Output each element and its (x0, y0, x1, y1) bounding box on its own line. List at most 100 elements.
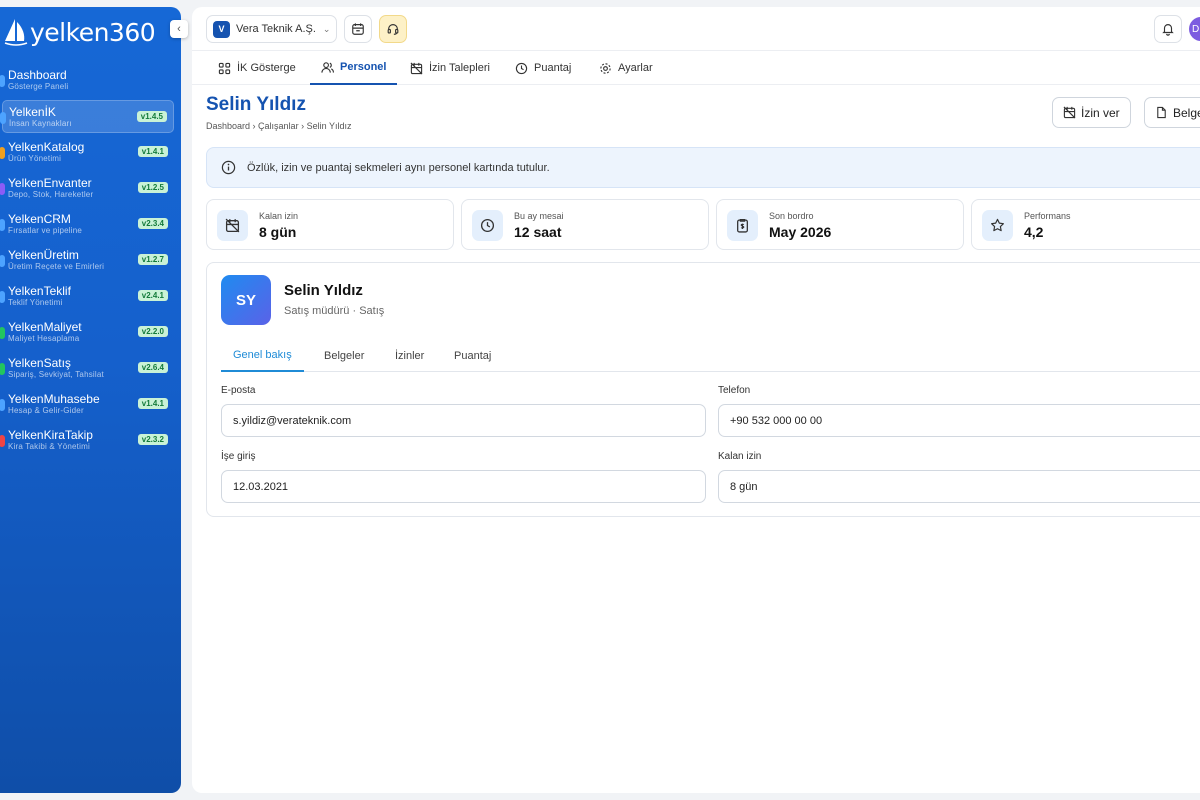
tab-label: İzin Talepleri (429, 62, 490, 74)
support-button[interactable] (379, 15, 407, 43)
bottom-gutter (0, 793, 1200, 800)
stat-value: 4,2 (1024, 224, 1044, 240)
module-dot (0, 255, 5, 267)
sidebar-collapse-button[interactable]: ‹ (170, 20, 188, 38)
employee-name: Selin Yıldız (284, 282, 363, 299)
module-dot (0, 399, 5, 411)
info-banner: Özlük, izin ve puantaj sekmeleri aynı pe… (206, 147, 1200, 188)
employee-avatar: SY (221, 275, 271, 325)
notifications-button[interactable] (1154, 15, 1182, 43)
stat-icon-wrap (472, 210, 503, 241)
subtab-leaves[interactable]: İzinler (383, 339, 436, 372)
calendar-off-icon (410, 62, 423, 74)
tab-personel[interactable]: Personel (310, 51, 398, 85)
clock-icon (515, 62, 528, 74)
stat-icon-wrap (982, 210, 1013, 241)
bell-icon (1162, 24, 1174, 36)
stat-label: Bu ay mesai (514, 211, 564, 221)
phone-field[interactable]: +90 532 000 00 00 (718, 404, 1200, 437)
sidebar-item-yelkenmuhasebe[interactable]: YelkenMuhasebe Hesap & Gelir-Gider v1.4.… (0, 388, 174, 421)
logo[interactable]: yelken360 (4, 15, 156, 49)
tab-label: Ayarlar (618, 62, 653, 74)
sidebar-item-yelkenik[interactable]: YelkenİK İnsan Kaynakları v1.4.5 (0, 100, 174, 133)
breadcrumb-item-employees[interactable]: Çalışanlar (258, 121, 299, 131)
company-selector[interactable]: V Vera Teknik A.Ş. ⌄ (206, 15, 337, 43)
version-badge: v2.3.2 (137, 434, 168, 445)
info-text: Özlük, izin ve puantaj sekmeleri aynı pe… (247, 161, 550, 174)
module-dot (0, 291, 5, 303)
phone-label: Telefon (718, 385, 751, 396)
module-dot (0, 435, 5, 447)
stat-icon-wrap (217, 210, 248, 241)
sidebar-item-yelkencrm[interactable]: YelkenCRM Fırsatlar ve pipeline v2.3.4 (0, 208, 174, 241)
tab-ayarlar[interactable]: Ayarlar (599, 51, 653, 85)
company-name: Vera Teknik A.Ş. (236, 23, 316, 35)
tab-ik-gosterge[interactable]: İK Gösterge (218, 51, 296, 85)
calendar-icon (352, 23, 364, 35)
module-tabs: İK Gösterge Personel İzin Talepleri Puan… (192, 51, 1200, 85)
subtab-overview[interactable]: Genel bakış (221, 339, 304, 372)
breadcrumb: Dashboard › Çalışanlar › Selin Yıldız (206, 121, 351, 131)
breadcrumb-item-current: Selin Yıldız (306, 121, 352, 131)
documents-label: Belge (1173, 105, 1200, 120)
tab-puantaj[interactable]: Puantaj (515, 51, 571, 85)
sidebar-item-yelkenenvanter[interactable]: YelkenEnvanter Depo, Stok, Hareketler v1… (0, 172, 174, 205)
sidebar-item-yelkensatis[interactable]: YelkenSatış Sipariş, Sevkiyat, Tahsilat … (0, 352, 174, 385)
module-dot (0, 327, 5, 339)
main-panel: V Vera Teknik A.Ş. ⌄ D İK Gösterge Perso… (192, 7, 1200, 793)
users-icon (321, 61, 334, 73)
employee-subtabs: Genel bakış Belgeler İzinler Puantaj (221, 339, 1200, 372)
tab-label: İK Gösterge (237, 62, 296, 74)
top-bar: V Vera Teknik A.Ş. ⌄ D (192, 7, 1200, 51)
version-badge: v2.6.4 (137, 362, 168, 373)
version-badge: v1.4.1 (137, 398, 168, 409)
page-title: Selin Yıldız (206, 94, 306, 115)
documents-button[interactable]: Belge (1144, 97, 1200, 128)
subtab-documents[interactable]: Belgeler (312, 339, 376, 372)
headset-icon (387, 24, 399, 35)
sidebar: yelken360 Dashboard Gösterge Paneli Yelk… (0, 7, 181, 793)
module-dot (0, 363, 5, 375)
tab-izin-talepleri[interactable]: İzin Talepleri (410, 51, 490, 85)
star-icon (991, 218, 1004, 232)
version-badge: v2.3.4 (137, 218, 168, 229)
email-field[interactable]: s.yildiz@verateknik.com (221, 404, 706, 437)
user-avatar[interactable]: D (1189, 17, 1200, 41)
company-initial-badge: V (213, 20, 230, 38)
calendar-button[interactable] (344, 15, 372, 43)
stat-value: May 2026 (769, 224, 832, 240)
stat-label: Kalan izin (259, 211, 299, 221)
subtab-timesheet[interactable]: Puantaj (442, 339, 503, 372)
sidebar-item-yelkenmaliyet[interactable]: YelkenMaliyet Maliyet Hesaplama v2.2.0 (0, 316, 174, 349)
stat-value: 12 saat (514, 224, 562, 240)
sidebar-item-yelkenkiratakip[interactable]: YelkenKiraTakip Kira Takibi & Yönetimi v… (0, 424, 174, 457)
chevron-down-icon: ⌄ (322, 23, 331, 34)
grant-leave-label: İzin ver (1081, 105, 1120, 120)
sidebar-item-yelkenkatalog[interactable]: YelkenKatalog Ürün Yönetimi v1.4.1 (0, 136, 174, 169)
breadcrumb-item-dashboard[interactable]: Dashboard (206, 121, 250, 131)
grant-leave-button[interactable]: İzin ver (1052, 97, 1131, 128)
start-date-field[interactable]: 12.03.2021 (221, 470, 706, 503)
calendar-off-icon (225, 218, 240, 233)
sidebar-item-title: Dashboard (8, 68, 67, 82)
version-badge: v2.4.1 (137, 290, 168, 301)
info-icon (221, 160, 236, 175)
sidebar-item-yelkenuretim[interactable]: YelkenÜretim Üretim Reçete ve Emirleri v… (0, 244, 174, 277)
sidebar-item-yelkenteklif[interactable]: YelkenTeklif Teklif Yönetimi v2.4.1 (0, 280, 174, 313)
version-badge: v1.2.5 (137, 182, 168, 193)
tab-label: Puantaj (534, 62, 572, 74)
remaining-leave-label: Kalan izin (718, 451, 762, 462)
remaining-leave-field[interactable]: 8 gün (718, 470, 1200, 503)
calendar-off-icon (1063, 106, 1076, 119)
sidebar-item-dashboard[interactable]: Dashboard Gösterge Paneli (0, 64, 174, 97)
employee-role: Satış müdürü · Satış (284, 305, 385, 317)
version-badge: v1.4.1 (137, 146, 168, 157)
stat-icon-wrap (727, 210, 758, 241)
clock-icon (480, 218, 495, 233)
module-dot (0, 112, 6, 124)
start-date-label: İşe giriş (221, 451, 256, 462)
module-dot (0, 147, 5, 159)
stat-card-last-payroll: Son bordro May 2026 (716, 199, 964, 250)
document-icon (1157, 106, 1166, 119)
stat-card-performance: Performans 4,2 (971, 199, 1200, 250)
